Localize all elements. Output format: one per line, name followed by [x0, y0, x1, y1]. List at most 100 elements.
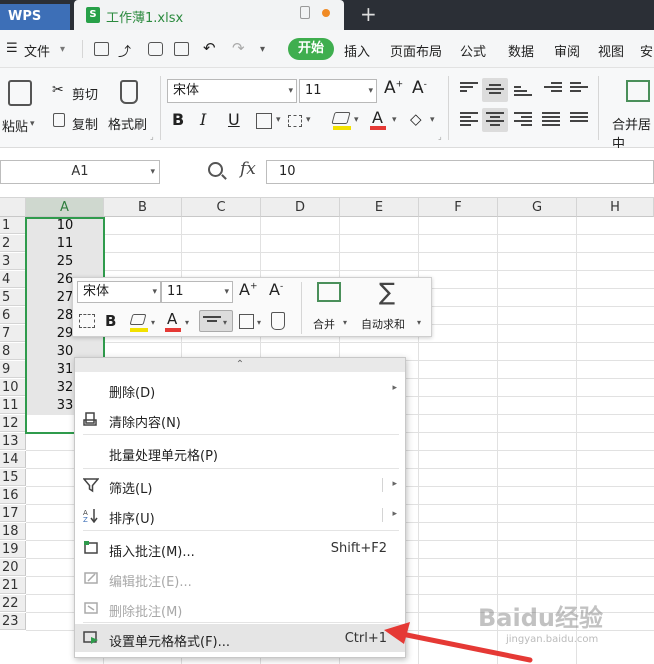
menu-item-insert-comment[interactable]: 插入批注(M)... Shift+F2: [75, 534, 405, 562]
merge-center-button[interactable]: 合并居中: [612, 114, 654, 152]
merge-center-icon[interactable]: [626, 80, 650, 102]
font-name-select[interactable]: 宋体 ▾: [167, 79, 297, 103]
font-color-chevron-icon[interactable]: ▾: [392, 115, 397, 125]
column-header-d[interactable]: D: [261, 198, 340, 217]
clear-format-icon[interactable]: ◇: [410, 110, 422, 128]
align-right-icon[interactable]: [514, 112, 532, 126]
justify-icon[interactable]: [542, 112, 560, 126]
mini-borders-chevron-icon[interactable]: ▾: [257, 318, 261, 327]
export-icon[interactable]: ⤴: [118, 41, 131, 60]
mini-borders-icon[interactable]: [239, 314, 254, 329]
row-header[interactable]: 22: [0, 595, 26, 612]
menu-scroll-up-icon[interactable]: ⌃: [75, 358, 405, 372]
menu-item-sort[interactable]: A Z 排序(U) ▸: [75, 501, 405, 529]
borders-icon[interactable]: [256, 113, 272, 129]
row-header[interactable]: 2: [0, 235, 26, 252]
row-header[interactable]: 11: [0, 397, 26, 414]
tab-insert[interactable]: 插入: [344, 41, 370, 60]
font-dialog-launcher[interactable]: ⌟: [438, 132, 442, 141]
mini-decrease-font-icon[interactable]: A-: [269, 280, 283, 299]
menu-item-delete[interactable]: 删除(D) ▸: [75, 375, 405, 403]
menu-item-batch-process[interactable]: 批量处理单元格(P): [75, 438, 405, 466]
row-header[interactable]: 4: [0, 271, 26, 288]
increase-font-icon[interactable]: A+: [384, 78, 403, 98]
clear-chevron-icon[interactable]: ▾: [430, 115, 435, 125]
tab-pin-icon[interactable]: [300, 6, 310, 19]
underline-icon[interactable]: U: [228, 110, 240, 129]
row-header[interactable]: 6: [0, 307, 26, 324]
tab-security[interactable]: 安: [640, 41, 653, 60]
print-icon[interactable]: [148, 42, 163, 56]
save-icon[interactable]: [94, 42, 109, 56]
mini-increase-font-icon[interactable]: A+: [239, 280, 258, 299]
mini-merge-button[interactable]: 合并: [313, 316, 335, 332]
file-menu[interactable]: 文件: [24, 41, 50, 60]
menu-item-format-cells[interactable]: 设置单元格格式(F)... Ctrl+1: [75, 624, 405, 652]
document-tab[interactable]: S 工作薄1.xlsx: [74, 0, 344, 30]
row-header[interactable]: 3: [0, 253, 26, 270]
cell-style-icon[interactable]: [288, 115, 302, 127]
column-header-a[interactable]: A: [26, 198, 104, 217]
align-middle-icon[interactable]: [486, 84, 504, 98]
row-header[interactable]: 23: [0, 613, 26, 630]
fill-chevron-icon[interactable]: ▾: [354, 115, 359, 125]
row-header[interactable]: 16: [0, 487, 26, 504]
row-header[interactable]: 21: [0, 577, 26, 594]
row-header[interactable]: 13: [0, 433, 26, 450]
row-header[interactable]: 15: [0, 469, 26, 486]
increase-indent-icon[interactable]: [570, 82, 588, 96]
bold-icon[interactable]: B: [172, 110, 184, 129]
customize-chevron-icon[interactable]: ▾: [260, 44, 265, 55]
autosum-sigma-icon[interactable]: ∑: [379, 278, 395, 306]
row-header[interactable]: 1: [0, 217, 26, 234]
format-painter-button[interactable]: 格式刷: [108, 114, 147, 133]
row-header[interactable]: 17: [0, 505, 26, 522]
formula-input[interactable]: 10: [266, 160, 654, 184]
mini-fill-chevron-icon[interactable]: ▾: [151, 318, 155, 327]
cut-button[interactable]: 剪切: [72, 84, 98, 103]
wps-home-tab[interactable]: WPS: [0, 4, 70, 30]
mini-align-chevron-icon[interactable]: ▾: [223, 318, 227, 327]
mini-align-center-icon[interactable]: [203, 316, 221, 330]
row-header[interactable]: 5: [0, 289, 26, 306]
row-header[interactable]: 12: [0, 415, 26, 432]
clipboard-dialog-launcher[interactable]: ⌟: [150, 132, 154, 141]
align-top-icon[interactable]: [460, 82, 478, 96]
row-header[interactable]: 8: [0, 343, 26, 360]
mini-font-size-select[interactable]: 11 ▾: [161, 281, 233, 303]
font-size-select[interactable]: 11 ▾: [299, 79, 377, 103]
decrease-indent-icon[interactable]: [544, 82, 562, 96]
tab-data[interactable]: 数据: [508, 41, 534, 60]
paste-button[interactable]: 粘贴: [2, 116, 28, 135]
column-header-b[interactable]: B: [104, 198, 182, 217]
align-center-icon[interactable]: [486, 112, 504, 126]
column-header-f[interactable]: F: [419, 198, 498, 217]
row-header[interactable]: 20: [0, 559, 26, 576]
row-header[interactable]: 7: [0, 325, 26, 342]
paste-icon[interactable]: [8, 80, 32, 106]
tab-view[interactable]: 视图: [598, 41, 624, 60]
mini-font-name-select[interactable]: 宋体 ▾: [77, 281, 161, 303]
insert-function-icon[interactable]: fx: [240, 159, 256, 179]
tab-review[interactable]: 审阅: [554, 41, 580, 60]
cell-style-chevron-icon[interactable]: ▾: [306, 115, 311, 125]
italic-icon[interactable]: I: [200, 110, 206, 129]
column-header-c[interactable]: C: [182, 198, 261, 217]
row-header[interactable]: 14: [0, 451, 26, 468]
copy-button[interactable]: 复制: [72, 114, 98, 133]
mini-wrap-icon[interactable]: [79, 314, 95, 328]
redo-icon[interactable]: ↷: [232, 39, 245, 57]
mini-format-painter-icon[interactable]: [271, 312, 285, 330]
mini-bold-icon[interactable]: B: [105, 312, 116, 330]
fill-color-icon[interactable]: [331, 112, 351, 124]
tab-page-layout[interactable]: 页面布局: [390, 41, 442, 60]
mini-autosum-button[interactable]: 自动求和: [361, 316, 405, 332]
row-header[interactable]: 9: [0, 361, 26, 378]
distributed-icon[interactable]: [570, 112, 588, 126]
align-left-icon[interactable]: [460, 112, 478, 126]
select-all-corner[interactable]: [0, 198, 26, 217]
row-header[interactable]: 19: [0, 541, 26, 558]
hamburger-icon[interactable]: ☰: [6, 41, 18, 56]
mini-fill-color-icon[interactable]: [129, 314, 147, 325]
mini-font-color-icon[interactable]: A: [167, 310, 177, 328]
